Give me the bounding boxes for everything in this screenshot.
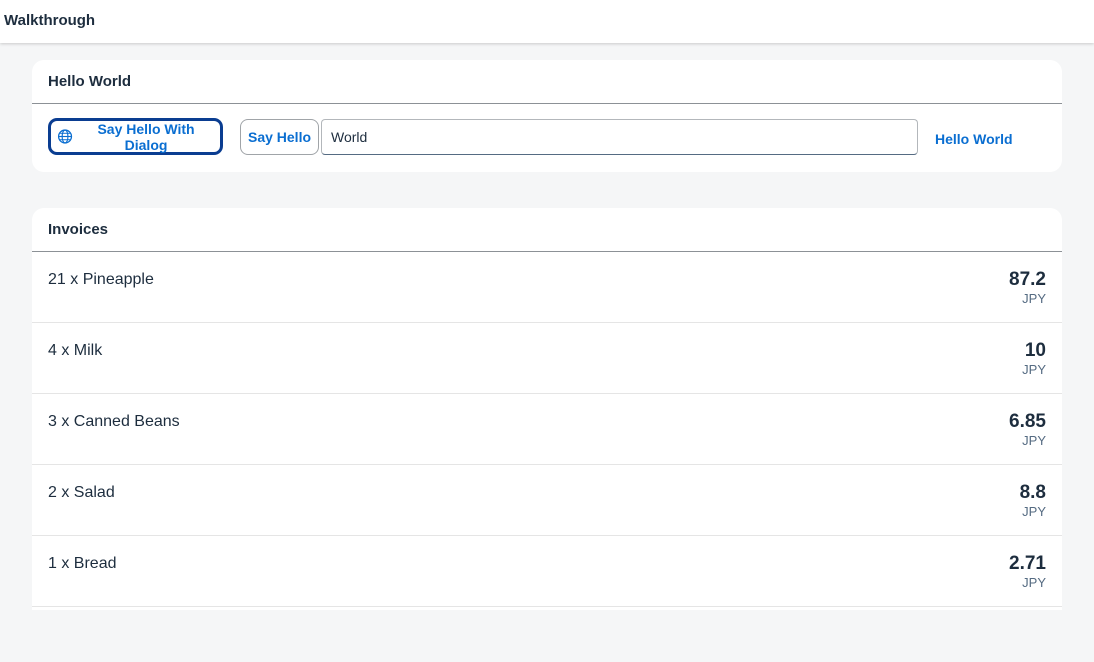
greeting-text: Hello World bbox=[935, 131, 1013, 147]
globe-icon bbox=[57, 129, 73, 144]
hello-world-panel: Hello World Say Hello With Dialog Say He… bbox=[32, 60, 1062, 172]
name-input[interactable] bbox=[321, 119, 918, 155]
invoice-item[interactable]: 21 x Pineapple 87.2 JPY bbox=[32, 252, 1062, 323]
invoices-panel-header: Invoices bbox=[32, 208, 1062, 252]
invoice-item-label: 3 x Canned Beans bbox=[48, 413, 180, 430]
invoice-item-label: 21 x Pineapple bbox=[48, 271, 154, 288]
hello-panel-title: Hello World bbox=[48, 73, 132, 90]
say-hello-button[interactable]: Say Hello bbox=[240, 119, 319, 155]
invoice-item-currency: JPY bbox=[1022, 575, 1046, 590]
invoice-item[interactable]: 2 x Salad 8.8 JPY bbox=[32, 465, 1062, 536]
invoice-item-label: 2 x Salad bbox=[48, 484, 115, 501]
invoice-item-currency: JPY bbox=[1022, 362, 1046, 377]
say-hello-with-dialog-button[interactable]: Say Hello With Dialog bbox=[49, 119, 222, 154]
invoice-item-amount: 8.8 bbox=[1019, 482, 1046, 503]
invoice-item[interactable]: 1 x Bread 2.71 JPY bbox=[32, 536, 1062, 607]
invoices-panel: Invoices 21 x Pineapple 87.2 JPY 4 x Mil… bbox=[32, 208, 1062, 610]
hello-panel-header: Hello World bbox=[32, 60, 1062, 104]
hello-toolbar: Say Hello With Dialog Say Hello Hello Wo… bbox=[32, 104, 1062, 172]
invoice-item-amount: 87.2 bbox=[1009, 269, 1046, 290]
app-title: Walkthrough bbox=[4, 12, 96, 29]
invoice-item[interactable]: 3 x Canned Beans 6.85 JPY bbox=[32, 394, 1062, 465]
app-header: Walkthrough bbox=[0, 0, 1094, 43]
invoice-item-amount: 6.85 bbox=[1009, 411, 1046, 432]
invoice-list: 21 x Pineapple 87.2 JPY 4 x Milk 10 JPY … bbox=[32, 252, 1062, 607]
say-hello-label: Say Hello bbox=[247, 129, 312, 145]
invoice-item-label: 1 x Bread bbox=[48, 555, 117, 572]
invoices-title: Invoices bbox=[48, 221, 109, 238]
invoice-item-amount: 2.71 bbox=[1009, 553, 1046, 574]
invoice-item-label: 4 x Milk bbox=[48, 342, 103, 359]
invoice-item[interactable]: 4 x Milk 10 JPY bbox=[32, 323, 1062, 394]
invoice-item-currency: JPY bbox=[1022, 291, 1046, 306]
invoice-item-currency: JPY bbox=[1022, 504, 1046, 519]
say-hello-with-dialog-label: Say Hello With Dialog bbox=[97, 120, 195, 153]
invoice-item-currency: JPY bbox=[1022, 433, 1046, 448]
invoice-item-amount: 10 bbox=[1024, 340, 1046, 361]
